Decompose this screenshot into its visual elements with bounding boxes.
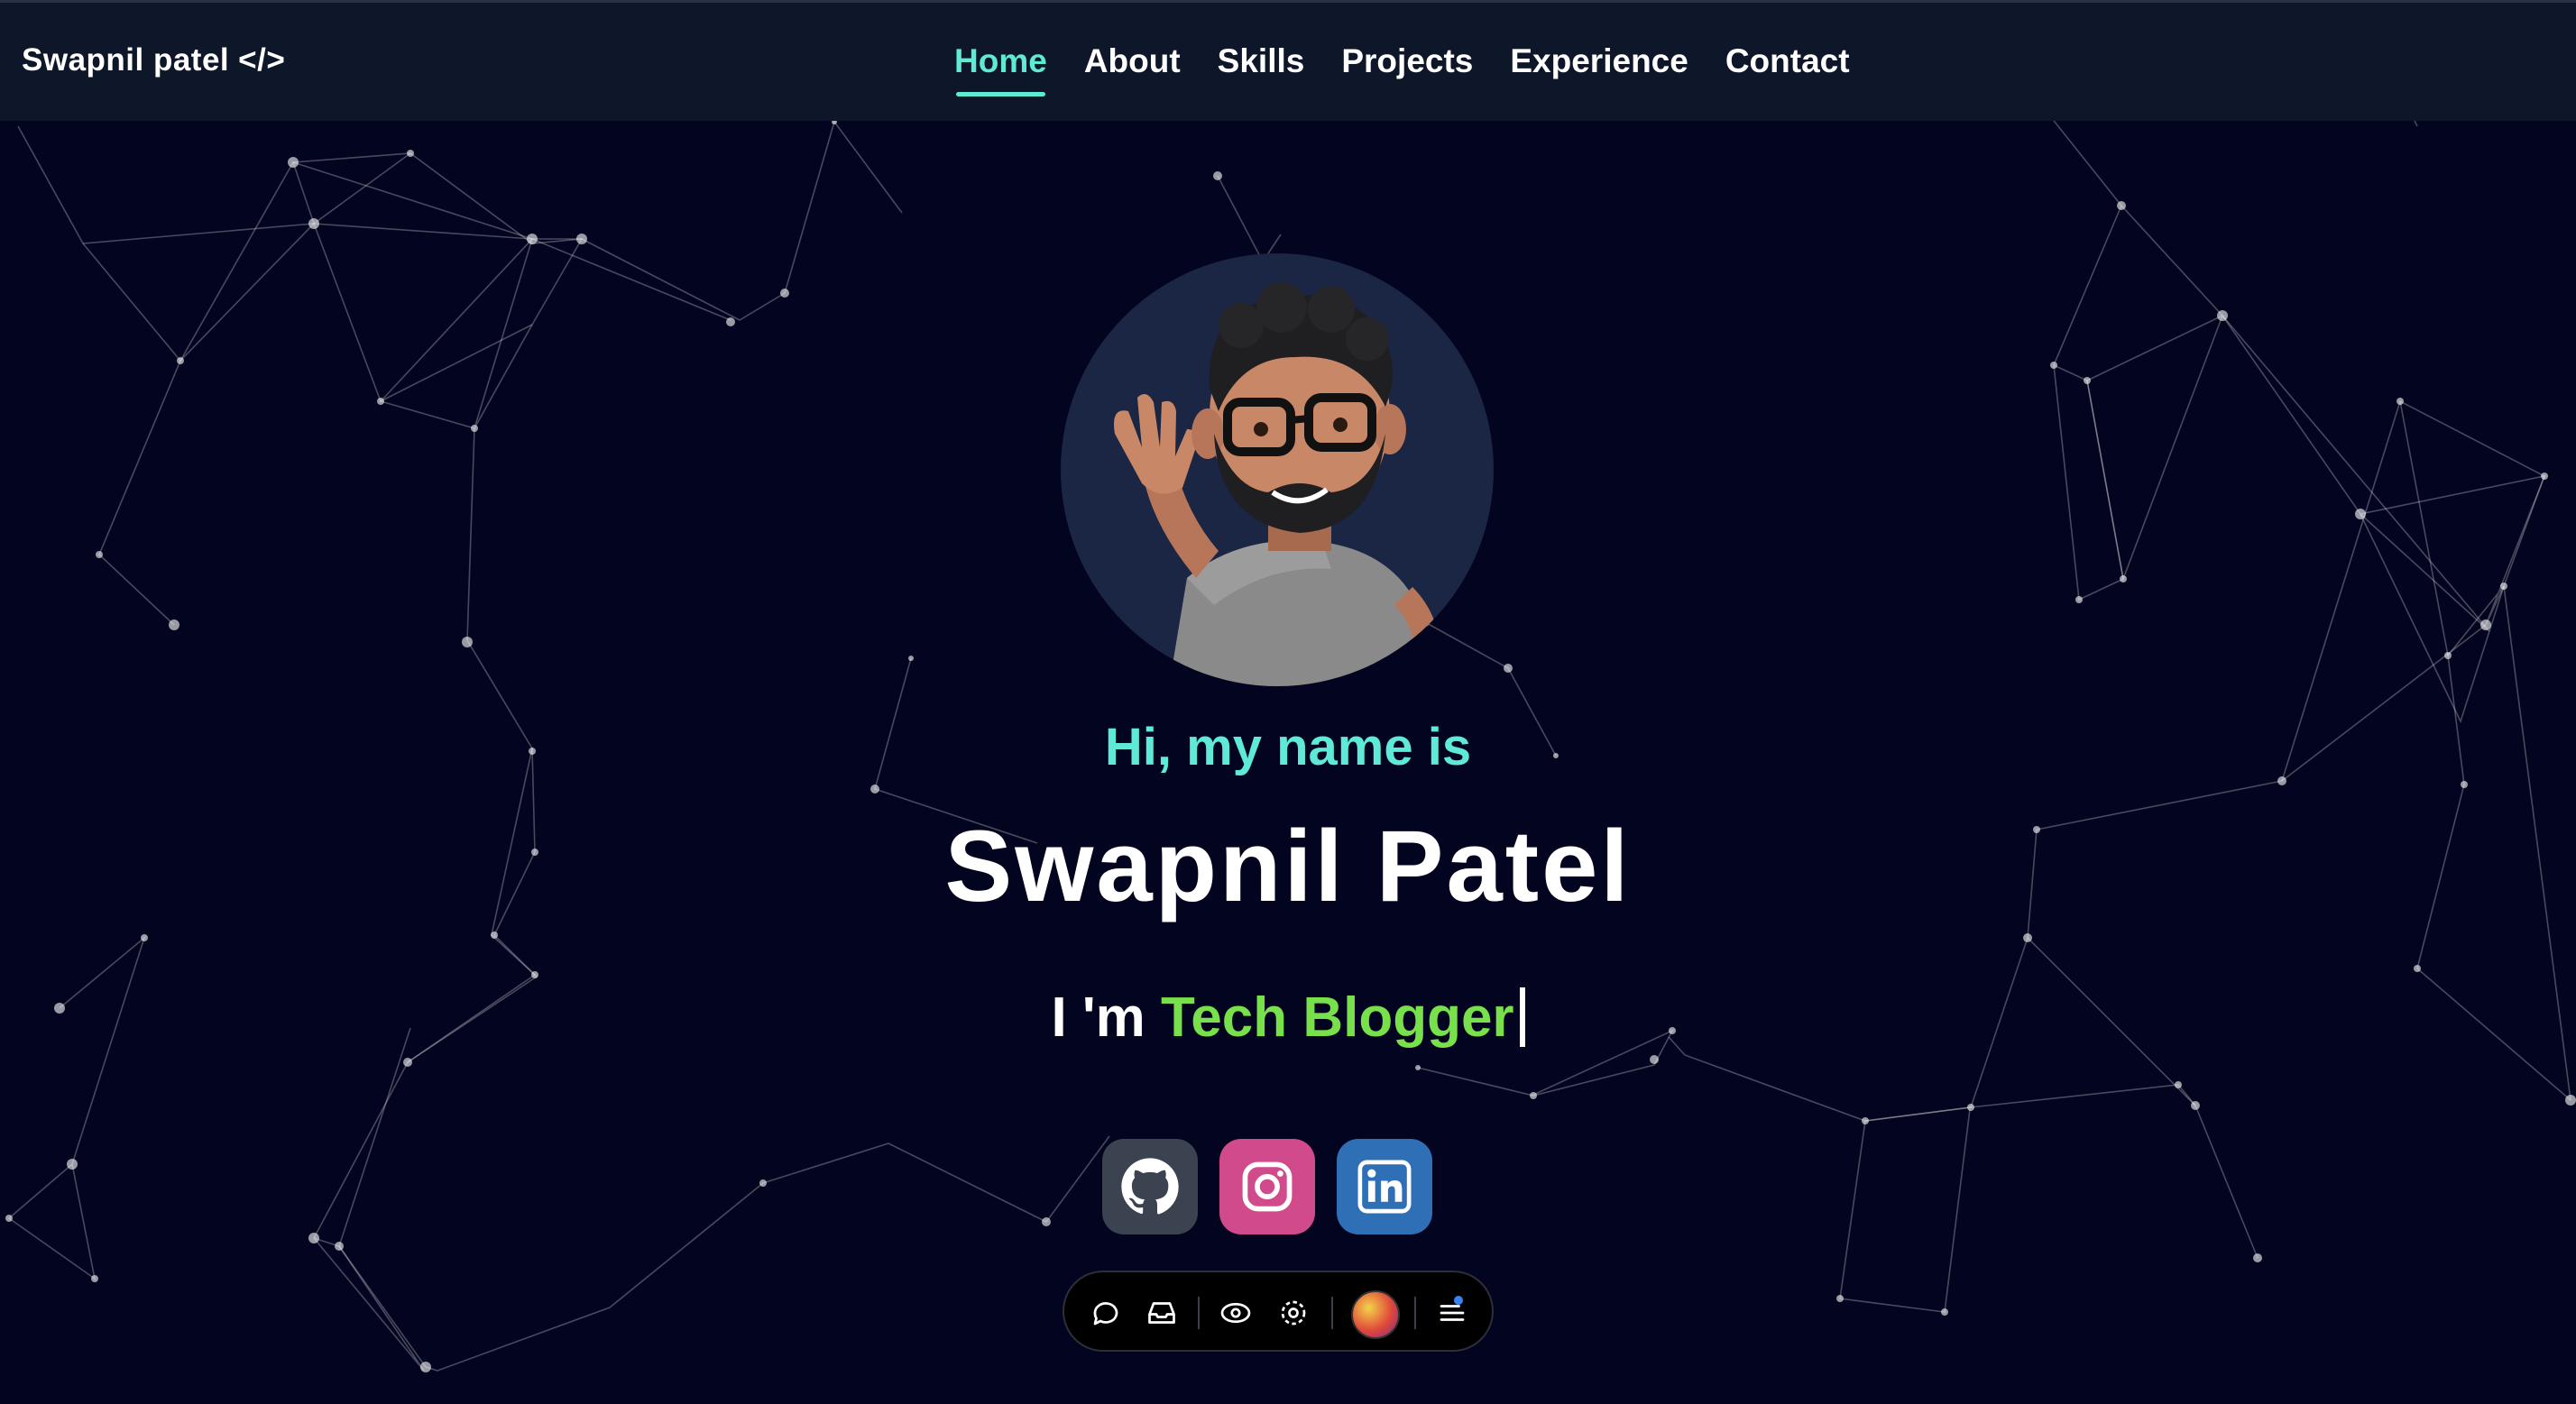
toolbar-divider (1414, 1297, 1416, 1329)
instagram-icon (1242, 1161, 1293, 1212)
floating-toolbar (1063, 1271, 1494, 1352)
hero-role: I 'm Tech Blogger (0, 986, 2576, 1050)
nav-item-skills[interactable]: Skills (1218, 42, 1305, 80)
github-icon (1121, 1158, 1179, 1215)
notification-dot (1454, 1296, 1463, 1305)
comment-icon[interactable] (1086, 1293, 1126, 1333)
nav-item-about[interactable]: About (1084, 42, 1181, 80)
code-brackets-icon: </> (238, 42, 286, 78)
brand-name: Swapnil patel (22, 42, 230, 78)
nav-item-experience[interactable]: Experience (1510, 42, 1688, 80)
hero-greeting: Hi, my name is (1104, 718, 1472, 776)
hero-name: Swapnil Patel (944, 810, 1632, 922)
instagram-button[interactable] (1219, 1139, 1315, 1234)
top-navbar: Swapnil patel </> Home About Skills Proje… (0, 0, 2576, 121)
profile-avatar[interactable] (1351, 1290, 1400, 1339)
nav-item-contact[interactable]: Contact (1725, 42, 1850, 80)
brand-logo[interactable]: Swapnil patel </> (22, 42, 285, 78)
social-links (1102, 1139, 1432, 1234)
github-button[interactable] (1102, 1139, 1198, 1234)
nav-item-projects[interactable]: Projects (1341, 42, 1473, 80)
linkedin-icon (1357, 1160, 1412, 1214)
menu-icon[interactable] (1432, 1293, 1472, 1333)
toolbar-divider (1331, 1297, 1333, 1329)
profile-avatar-image (1061, 253, 1494, 686)
nav-item-home[interactable]: Home (954, 42, 1047, 96)
memoji-avatar-icon (1114, 282, 1441, 686)
settings-icon[interactable] (1274, 1293, 1313, 1333)
inbox-icon[interactable] (1142, 1293, 1182, 1333)
typing-cursor (1519, 987, 1525, 1047)
nav-links: Home About Skills Projects Experience Co… (954, 42, 1850, 96)
toolbar-divider (1198, 1297, 1200, 1329)
linkedin-button[interactable] (1337, 1139, 1432, 1234)
eye-icon[interactable] (1216, 1293, 1256, 1333)
role-highlight: Tech Blogger (1161, 986, 1514, 1049)
role-prefix: I 'm (1051, 986, 1145, 1049)
